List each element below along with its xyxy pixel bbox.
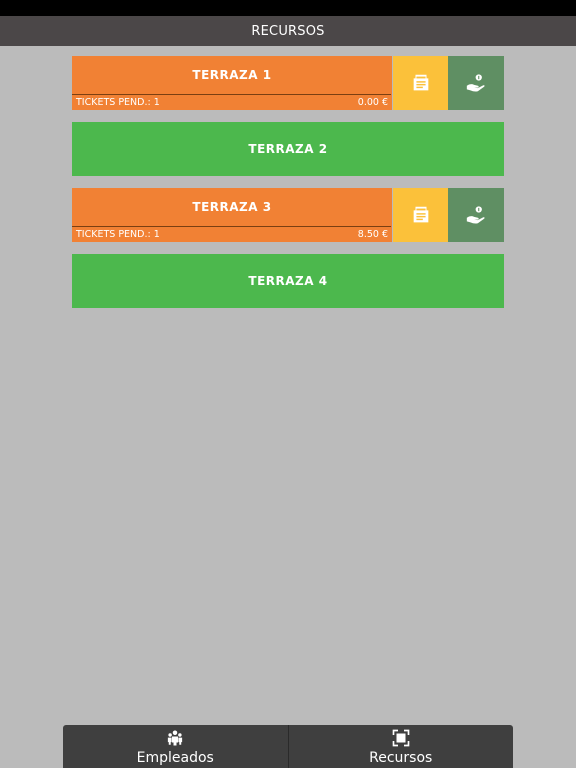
resource-footer: TICKETS PEND.: 1 8.50 € bbox=[76, 227, 388, 242]
page-title: RECURSOS bbox=[0, 16, 576, 46]
pay-button[interactable] bbox=[448, 56, 504, 110]
status-bar bbox=[0, 0, 576, 16]
tab-label: Empleados bbox=[136, 750, 214, 766]
frame-icon bbox=[392, 729, 410, 747]
receipt-icon bbox=[413, 206, 428, 223]
hand-coin-icon bbox=[466, 74, 485, 92]
people-icon bbox=[168, 730, 183, 746]
resource-card-terraza-3: TERRAZA 3 TICKETS PEND.: 1 8.50 € bbox=[72, 188, 504, 242]
resource-name: TERRAZA 2 bbox=[248, 142, 328, 156]
pending-tickets-label: TICKETS PEND.: 1 bbox=[76, 97, 160, 108]
resource-list: TERRAZA 1 TICKETS PEND.: 1 0.00 € TERRAZ… bbox=[72, 56, 504, 320]
app: RECURSOS TERRAZA 1 TICKETS PEND.: 1 0.00… bbox=[0, 0, 576, 768]
resource-footer: TICKETS PEND.: 1 0.00 € bbox=[76, 95, 388, 110]
resource-card-terraza-1: TERRAZA 1 TICKETS PEND.: 1 0.00 € bbox=[72, 56, 504, 110]
tab-recursos[interactable]: Recursos bbox=[287, 725, 514, 768]
receipt-icon bbox=[413, 74, 428, 91]
resource-name: TERRAZA 3 bbox=[192, 200, 272, 214]
resource-name: TERRAZA 1 bbox=[192, 68, 272, 82]
ticket-button[interactable] bbox=[393, 56, 448, 110]
pending-tickets-label: TICKETS PEND.: 1 bbox=[76, 229, 160, 240]
resource-name: TERRAZA 4 bbox=[248, 274, 328, 288]
pay-button[interactable] bbox=[448, 188, 504, 242]
tab-empleados[interactable]: Empleados bbox=[63, 725, 288, 768]
tab-bar: Empleados Recursos bbox=[63, 725, 513, 768]
resource-card-terraza-4[interactable]: TERRAZA 4 bbox=[72, 254, 504, 308]
resource-main-terraza-3[interactable]: TERRAZA 3 TICKETS PEND.: 1 8.50 € bbox=[72, 188, 392, 242]
ticket-button[interactable] bbox=[393, 188, 448, 242]
hand-coin-icon bbox=[466, 206, 485, 224]
pending-amount: 8.50 € bbox=[357, 229, 388, 240]
pending-amount: 0.00 € bbox=[357, 97, 388, 108]
resource-main-terraza-1[interactable]: TERRAZA 1 TICKETS PEND.: 1 0.00 € bbox=[72, 56, 392, 110]
resource-card-terraza-2[interactable]: TERRAZA 2 bbox=[72, 122, 504, 176]
tab-label: Recursos bbox=[369, 750, 433, 766]
